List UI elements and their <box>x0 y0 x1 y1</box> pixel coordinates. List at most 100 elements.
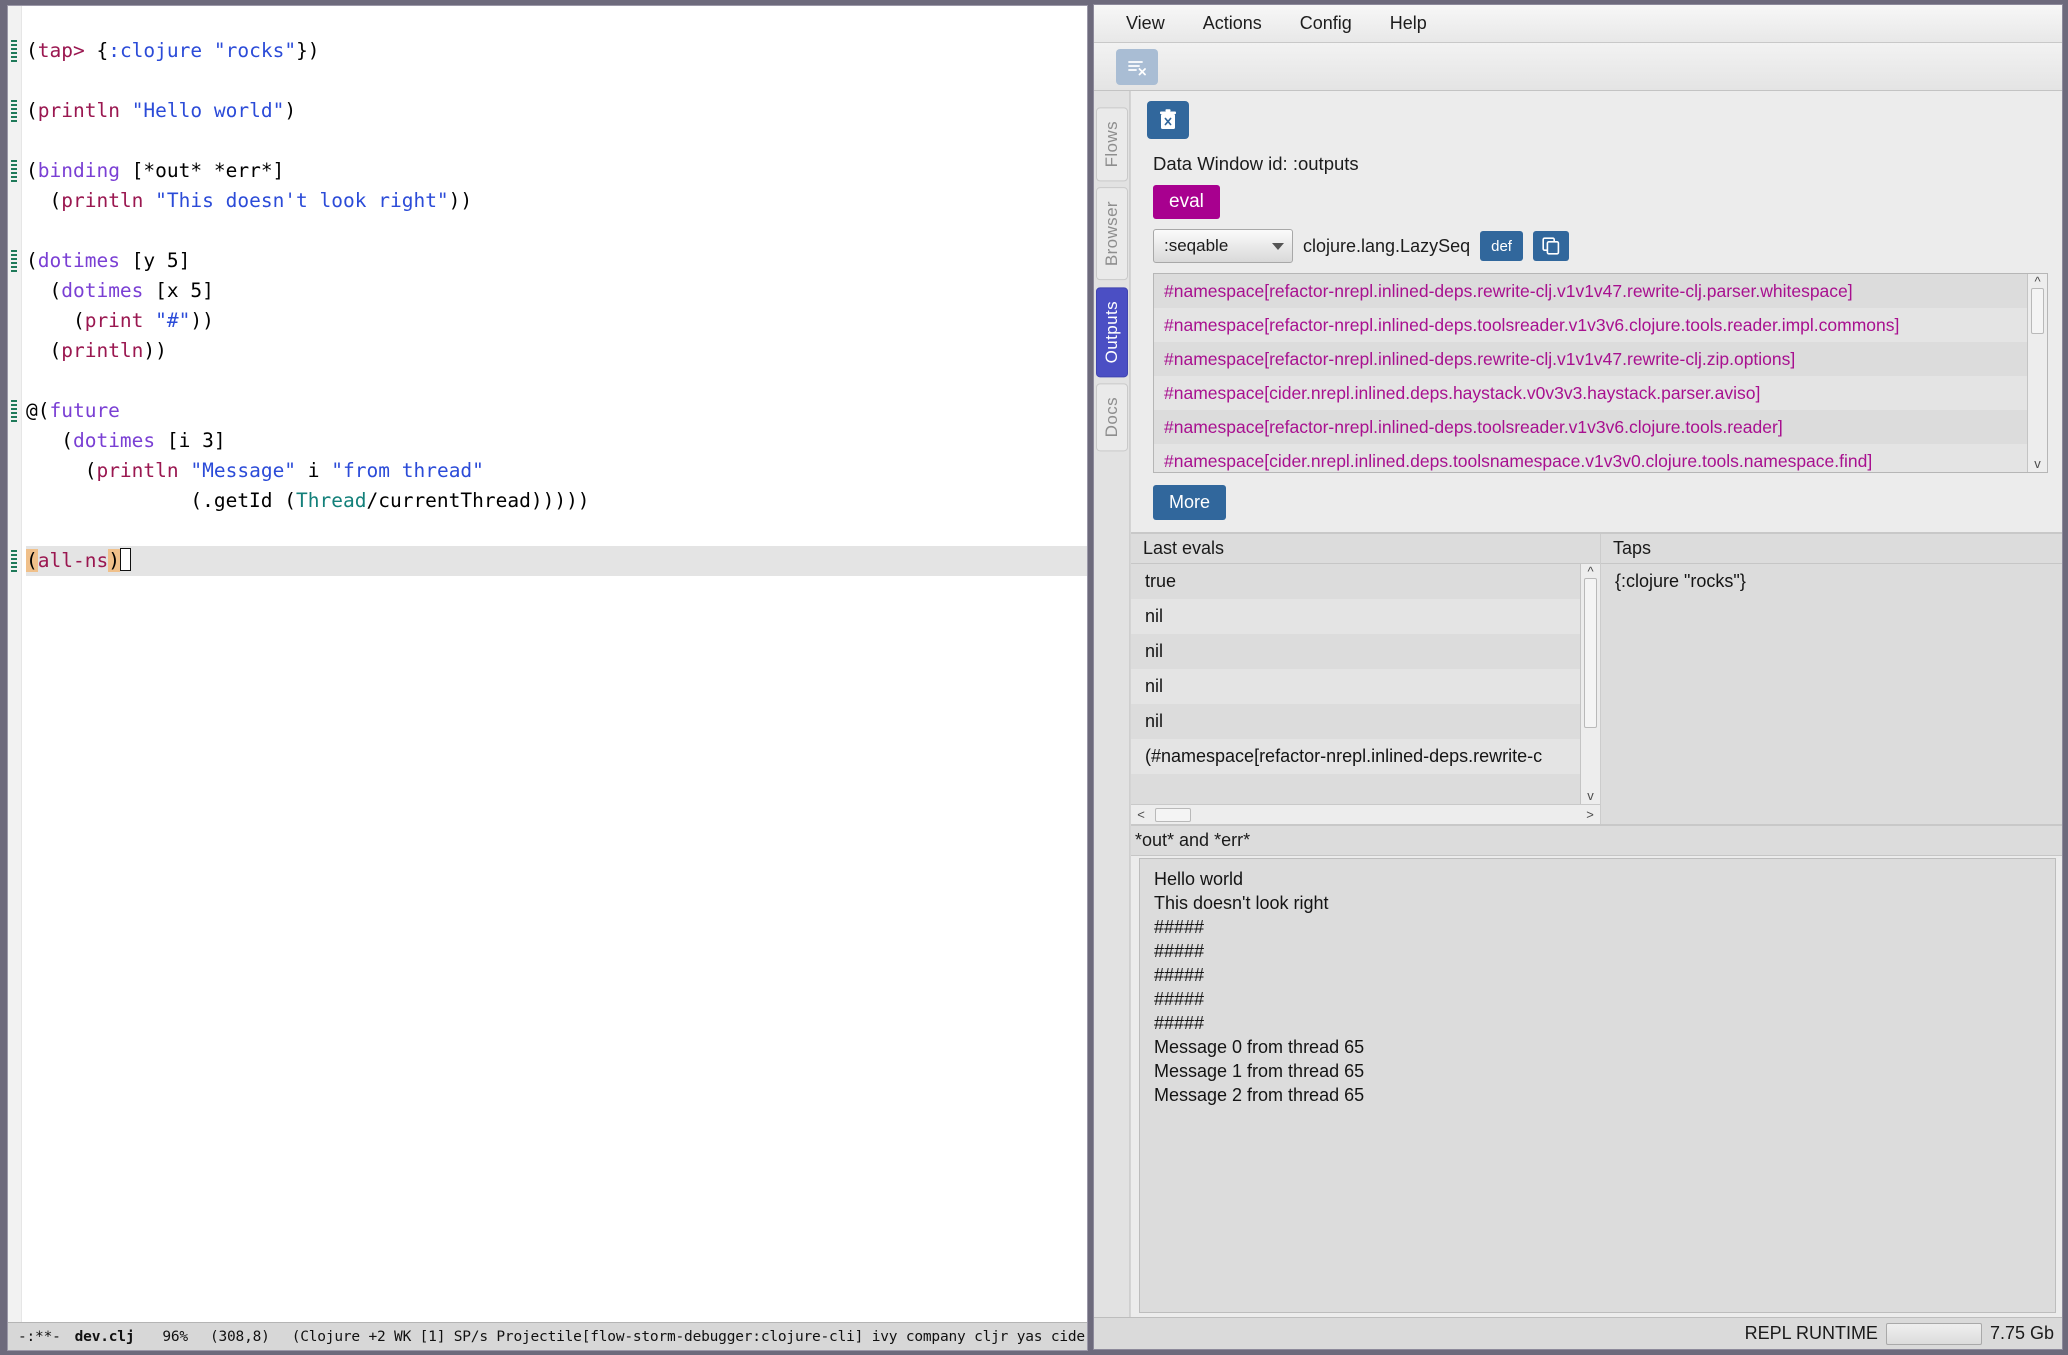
taps-body[interactable]: {:clojure "rocks"} <box>1601 564 2062 824</box>
code-token: println <box>61 339 144 362</box>
namespace-list[interactable]: #namespace[refactor-nrepl.inlined-deps.r… <box>1153 273 2048 473</box>
last-evals-panel: Last evals true nil nil nil nil (#namespace[r… <box>1131 534 1601 824</box>
flowstorm-window: View Actions Config Help Flows Browser O… <box>1093 0 2068 1355</box>
last-evals-header: Last evals <box>1131 534 1600 564</box>
last-evals-body[interactable]: true nil nil nil nil (#namespace[refactor-nre… <box>1131 564 1600 804</box>
namespace-list-items: #namespace[refactor-nrepl.inlined-deps.r… <box>1154 274 2027 472</box>
tool-bar <box>1094 43 2062 91</box>
list-item[interactable]: #namespace[cider.nrepl.inlined.deps.hays… <box>1154 376 2027 410</box>
viewer-select[interactable]: :seqable <box>1153 229 1293 263</box>
code-buffer[interactable]: (tap> {:clojure "rocks"}) (println "Hello… <box>8 6 1087 1322</box>
modeline-modes: (Clojure +2 WK [1] SP/s Projectile[flow-… <box>291 1328 1087 1345</box>
outputs-content: Data Window id: :outputs eval :seqable c… <box>1130 91 2062 1317</box>
trash-icon[interactable] <box>1147 101 1189 139</box>
tab-outputs[interactable]: Outputs <box>1095 286 1128 377</box>
out-err-body[interactable]: Hello world This doesn't look right ##### #… <box>1139 858 2056 1313</box>
code-token: "Message" <box>190 459 297 482</box>
scroll-track-h[interactable] <box>1149 807 1582 822</box>
code-token: ( <box>26 279 62 302</box>
scroll-down-icon[interactable]: v <box>1587 789 1594 802</box>
scroll-track[interactable] <box>1584 578 1597 790</box>
window-body: Flows Browser Outputs Docs Data Window i… <box>1094 91 2062 1317</box>
menu-item-actions[interactable]: Actions <box>1199 11 1266 36</box>
list-item[interactable]: #namespace[refactor-nrepl.inlined-deps.r… <box>1154 342 2027 376</box>
list-item[interactable]: #namespace[refactor-nrepl.inlined-deps.r… <box>1154 274 2027 308</box>
fringe-gutter <box>8 6 22 1322</box>
scroll-up-icon[interactable]: ^ <box>1587 565 1593 578</box>
code-token: tap> <box>37 39 85 62</box>
scroll-up-icon[interactable]: ^ <box>2034 275 2040 288</box>
menu-item-config[interactable]: Config <box>1296 11 1356 36</box>
code-token: binding <box>37 159 120 182</box>
code-token: dotimes <box>37 249 120 272</box>
scroll-left-icon[interactable]: < <box>1133 807 1149 822</box>
list-item[interactable]: nil <box>1131 669 1580 704</box>
flowstorm-frame: View Actions Config Help Flows Browser O… <box>1093 4 2063 1350</box>
fringe-marker-icon <box>11 100 17 122</box>
code-token: [y 5] <box>119 249 191 272</box>
list-item[interactable]: (#namespace[refactor-nrepl.inlined-deps.… <box>1131 739 1580 774</box>
list-item[interactable]: #namespace[cider.nrepl.inlined.deps.tool… <box>1154 444 2027 472</box>
list-item[interactable]: {:clojure "rocks"} <box>1601 564 2062 599</box>
scroll-right-icon[interactable]: > <box>1582 807 1598 822</box>
list-item[interactable]: true <box>1131 564 1580 599</box>
emacs-frame: (tap> {:clojure "rocks"}) (println "Hello… <box>7 5 1088 1351</box>
code-token: "from thread" <box>331 459 484 482</box>
code-token: ( <box>26 339 62 362</box>
def-button[interactable]: def <box>1480 231 1523 261</box>
menu-item-help[interactable]: Help <box>1386 11 1431 36</box>
emacs-modeline: -:**- dev.clj 96% (308,8) (Clojure +2 WK… <box>8 1322 1087 1350</box>
code-token: ( <box>26 429 73 452</box>
code-token: }) <box>296 39 320 62</box>
output-line: ##### <box>1154 965 1205 985</box>
list-item[interactable]: nil <box>1131 704 1580 739</box>
code-token: dotimes <box>61 279 144 302</box>
output-line: Message 1 from thread 65 <box>1154 1061 1365 1081</box>
fringe-marker-icon <box>11 250 17 272</box>
tab-flows[interactable]: Flows <box>1095 107 1128 182</box>
list-item[interactable]: #namespace[refactor-nrepl.inlined-deps.t… <box>1154 410 2027 444</box>
list-item[interactable]: nil <box>1131 634 1580 669</box>
code-line: (println "This doesn't look right")) <box>26 186 1087 216</box>
code-token: "Hello world" <box>131 99 285 122</box>
list-item[interactable]: #namespace[refactor-nrepl.inlined-deps.t… <box>1154 308 2027 342</box>
taps-panel: Taps {:clojure "rocks"} <box>1601 534 2062 824</box>
code-token: :clojure <box>108 39 203 62</box>
eval-badge: eval <box>1153 185 1220 219</box>
more-button[interactable]: More <box>1153 485 1227 520</box>
fringe-marker-icon <box>11 40 17 62</box>
last-evals-hscrollbar[interactable]: < > <box>1131 804 1600 824</box>
clear-list-icon[interactable] <box>1116 48 1158 85</box>
fringe-marker-icon <box>11 550 17 572</box>
scroll-thumb-h[interactable] <box>1155 807 1191 822</box>
scroll-track[interactable] <box>2031 288 2044 458</box>
list-item[interactable]: nil <box>1131 599 1580 634</box>
output-line: ##### <box>1154 989 1205 1009</box>
source-code[interactable]: (tap> {:clojure "rocks"}) (println "Hello… <box>22 6 1087 1322</box>
tab-browser[interactable]: Browser <box>1095 187 1128 281</box>
scroll-thumb[interactable] <box>1584 578 1597 728</box>
code-token: i <box>296 459 332 482</box>
scroll-down-icon[interactable]: v <box>2034 457 2041 470</box>
tab-docs[interactable]: Docs <box>1095 382 1128 452</box>
evals-taps-row: Last evals true nil nil nil nil (#namespace[r… <box>1131 534 2062 826</box>
code-token: future <box>49 399 120 422</box>
modeline-flags: -:**- <box>18 1328 61 1345</box>
repl-status-bar: REPL RUNTIME 7.75 Gb <box>1094 1317 2062 1349</box>
copy-icon[interactable] <box>1532 231 1569 261</box>
last-evals-scrollbar[interactable]: ^ v <box>1580 564 1600 804</box>
menu-item-view[interactable]: View <box>1122 11 1169 36</box>
output-line: ##### <box>1154 941 1205 961</box>
value-type-label: clojure.lang.LazySeq <box>1303 235 1471 256</box>
scroll-thumb[interactable] <box>2031 288 2044 334</box>
code-token: (.getId ( <box>26 489 297 512</box>
memory-value: 7.75 Gb <box>1989 1323 2054 1343</box>
out-err-header: *out* and *err* <box>1131 826 2062 856</box>
code-token: ( <box>26 549 38 572</box>
namespace-list-scrollbar[interactable]: ^ v <box>2027 274 2047 472</box>
